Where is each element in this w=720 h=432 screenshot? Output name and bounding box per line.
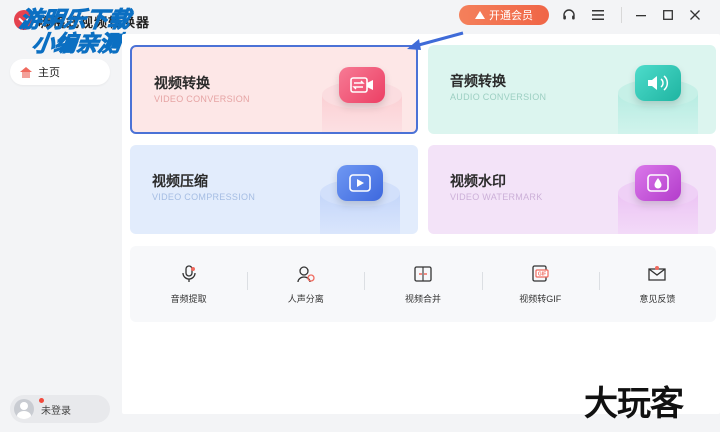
maximize-icon[interactable] <box>659 6 677 24</box>
tool-label: 音频提取 <box>170 293 207 304</box>
card-title: 视频压缩 <box>152 173 208 189</box>
card-subtitle: VIDEO WATERMARK <box>450 192 543 202</box>
gif-icon: GIF <box>530 264 550 284</box>
tools-row: 音频提取 人声分离 视频合并 GIF 视频转GIF 意见反馈 <box>130 246 716 322</box>
tool-feedback[interactable]: 意见反馈 <box>598 246 716 322</box>
card-subtitle: VIDEO CONVERSION <box>154 94 250 104</box>
card-video-conversion[interactable]: 视频转换 VIDEO CONVERSION <box>130 45 418 134</box>
crown-icon <box>475 11 485 19</box>
card-video-watermark[interactable]: 视频水印 VIDEO WATERMARK <box>428 145 716 234</box>
tool-label: 视频转GIF <box>519 293 562 304</box>
tool-video-merge[interactable]: 视频合并 <box>364 246 481 322</box>
login-label: 未登录 <box>41 405 71 417</box>
avatar-icon <box>14 399 34 419</box>
card-illustration <box>618 65 698 134</box>
compress-video-icon <box>337 165 383 201</box>
minimize-icon[interactable] <box>632 6 650 24</box>
tool-audio-extract[interactable]: 音频提取 <box>130 246 247 322</box>
headset-icon[interactable] <box>560 6 578 24</box>
card-title: 音频转换 <box>450 73 506 89</box>
notification-dot <box>39 398 44 403</box>
title-bar: 嗨格式视频转换器 游明乐下载 小编亲测 开通会员 <box>0 0 720 57</box>
card-audio-conversion[interactable]: 音频转换 AUDIO CONVERSION <box>428 45 716 134</box>
card-subtitle: AUDIO CONVERSION <box>450 92 547 102</box>
sidebar-item-home-label: 主页 <box>38 67 60 79</box>
watermark-icon <box>635 165 681 201</box>
title-bar-separator <box>621 7 622 23</box>
card-illustration <box>618 165 698 234</box>
tool-label: 视频合并 <box>405 293 442 304</box>
tool-voice-separation[interactable]: 人声分离 <box>247 246 364 322</box>
tool-label: 人声分离 <box>287 293 324 304</box>
convert-audio-icon <box>635 65 681 101</box>
sidebar: 主页 未登录 <box>0 34 122 432</box>
watermark-line-1: 游明乐下载 <box>18 7 133 33</box>
tool-video-to-gif[interactable]: GIF 视频转GIF <box>481 246 599 322</box>
card-subtitle: VIDEO COMPRESSION <box>152 192 256 202</box>
home-icon <box>20 66 32 78</box>
voice-separation-icon <box>296 264 316 284</box>
card-video-compression[interactable]: 视频压缩 VIDEO COMPRESSION <box>130 145 418 234</box>
convert-video-icon <box>339 67 385 103</box>
close-icon[interactable] <box>686 6 704 24</box>
microphone-icon <box>179 264 199 284</box>
menu-icon[interactable] <box>589 6 607 24</box>
vip-button-label: 开通会员 <box>489 10 533 22</box>
main-panel: 视频转换 VIDEO CONVERSION 音频转换 AUDIO CONVERS… <box>122 34 720 414</box>
login-button[interactable]: 未登录 <box>10 395 110 423</box>
card-title: 视频转换 <box>154 75 210 91</box>
tool-label: 意见反馈 <box>639 293 676 304</box>
svg-text:GIF: GIF <box>538 271 546 277</box>
watermark-bottom: 大玩客 <box>584 384 684 424</box>
vip-button[interactable]: 开通会员 <box>459 5 549 25</box>
card-illustration <box>320 165 400 234</box>
sidebar-item-home[interactable]: 主页 <box>10 59 110 85</box>
annotation-arrow <box>407 31 464 50</box>
feedback-icon <box>647 264 667 284</box>
card-title: 视频水印 <box>450 173 506 189</box>
video-merge-icon <box>413 264 433 284</box>
card-illustration <box>322 67 402 132</box>
